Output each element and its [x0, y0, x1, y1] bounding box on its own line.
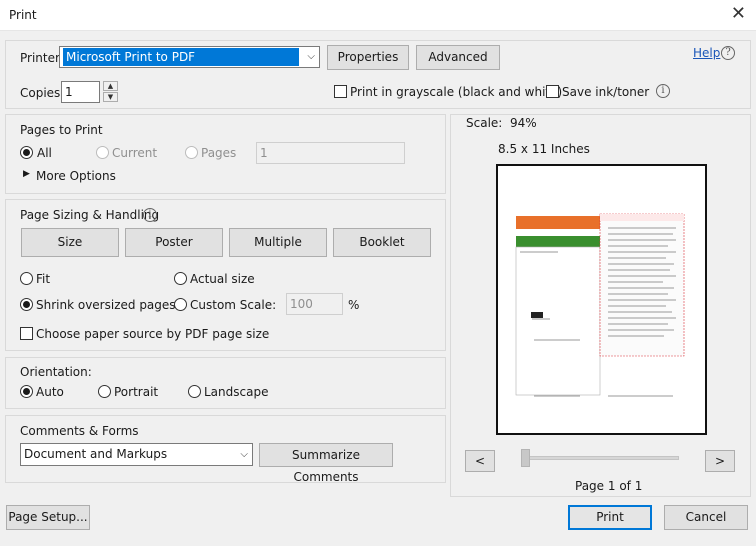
- paper-source-label: Choose paper source by PDF page size: [36, 327, 270, 341]
- grayscale-label: Print in grayscale (black and white): [350, 85, 563, 99]
- orientation-auto-radio[interactable]: [20, 385, 33, 398]
- help-icon[interactable]: ?: [721, 46, 735, 60]
- save-ink-label: Save ink/toner: [562, 85, 650, 99]
- title-bar: Print ✕: [0, 0, 756, 31]
- help-link[interactable]: Help: [693, 46, 720, 60]
- copies-up-icon[interactable]: ▲: [103, 81, 118, 91]
- booklet-tab[interactable]: Booklet: [333, 228, 431, 257]
- preview-right-column: [599, 213, 685, 357]
- summarize-comments-button[interactable]: Summarize Comments: [259, 443, 393, 484]
- custom-scale-input[interactable]: 100: [286, 293, 343, 315]
- save-ink-checkbox[interactable]: [546, 85, 559, 98]
- copies-label: Copies:: [20, 86, 65, 100]
- size-tab[interactable]: Size: [21, 228, 119, 257]
- percent-label: %: [348, 298, 360, 312]
- sizing-info-icon[interactable]: i: [143, 208, 157, 222]
- poster-tab[interactable]: Poster: [125, 228, 223, 257]
- chevron-down-icon: ⌵: [307, 51, 315, 62]
- orientation-portrait-radio[interactable]: [98, 385, 111, 398]
- preview-right-header: [600, 214, 684, 221]
- custom-scale-radio[interactable]: [174, 298, 187, 311]
- print-button[interactable]: Print: [568, 505, 652, 530]
- page-slider-track[interactable]: [521, 456, 679, 460]
- custom-scale-label: Custom Scale:: [190, 298, 277, 312]
- comments-forms-value: Document and Markups: [24, 447, 168, 461]
- page-preview: [496, 164, 707, 435]
- previous-page-button[interactable]: <: [465, 450, 495, 472]
- advanced-button[interactable]: Advanced: [416, 45, 500, 70]
- fit-radio[interactable]: [20, 272, 33, 285]
- orientation-landscape-radio[interactable]: [188, 385, 201, 398]
- cancel-button[interactable]: Cancel: [664, 505, 748, 530]
- properties-button[interactable]: Properties: [327, 45, 409, 70]
- orientation-portrait-label: Portrait: [114, 385, 159, 399]
- more-options-toggle[interactable]: More Options: [36, 169, 116, 183]
- page-setup-button[interactable]: Page Setup...: [6, 505, 90, 530]
- expand-triangle-icon[interactable]: ▶: [23, 169, 30, 179]
- pages-range-label: Pages: [201, 146, 237, 160]
- page-indicator: Page 1 of 1: [575, 479, 643, 493]
- scale-readout: Scale: 94%: [466, 116, 537, 130]
- current-page-radio[interactable]: [96, 146, 109, 159]
- info-icon[interactable]: i: [656, 84, 670, 98]
- shrink-oversized-radio[interactable]: [20, 298, 33, 311]
- page-preview-thumbnail: [515, 213, 685, 397]
- printer-selected-value: Microsoft Print to PDF: [63, 48, 299, 66]
- chevron-down-icon: ⌵: [240, 449, 248, 460]
- pages-range-radio[interactable]: [185, 146, 198, 159]
- fit-label: Fit: [36, 272, 51, 286]
- orientation-heading: Orientation:: [20, 365, 92, 379]
- next-page-button[interactable]: >: [705, 450, 735, 472]
- comments-forms-select[interactable]: Document and Markups ⌵: [20, 443, 253, 466]
- actual-size-label: Actual size: [190, 272, 255, 286]
- paper-source-checkbox[interactable]: [20, 327, 33, 340]
- close-icon[interactable]: ✕: [731, 4, 746, 24]
- pages-range-input[interactable]: 1: [256, 142, 405, 164]
- current-page-label: Current: [112, 146, 158, 160]
- preview-orange-header: [516, 216, 600, 229]
- window-title: Print: [9, 8, 37, 22]
- paper-size-label: 8.5 x 11 Inches: [498, 142, 590, 156]
- preview-logo-mark: [531, 312, 543, 318]
- page-sizing-heading: Page Sizing & Handling: [20, 208, 160, 222]
- grayscale-checkbox[interactable]: [334, 85, 347, 98]
- page-slider-thumb[interactable]: [521, 449, 530, 467]
- comments-forms-heading: Comments & Forms: [20, 424, 139, 438]
- preview-green-header: [516, 236, 600, 247]
- all-pages-label: All: [37, 146, 52, 160]
- printer-select[interactable]: Microsoft Print to PDF ⌵: [59, 46, 320, 68]
- orientation-auto-label: Auto: [36, 385, 64, 399]
- multiple-tab[interactable]: Multiple: [229, 228, 327, 257]
- preview-left-column: [515, 246, 601, 396]
- all-pages-radio[interactable]: [20, 146, 33, 159]
- actual-size-radio[interactable]: [174, 272, 187, 285]
- printer-label: Printer:: [20, 51, 64, 65]
- copies-down-icon[interactable]: ▼: [103, 92, 118, 102]
- copies-input[interactable]: 1: [61, 81, 100, 103]
- pages-to-print-heading: Pages to Print: [20, 123, 103, 137]
- orientation-landscape-label: Landscape: [204, 385, 269, 399]
- shrink-oversized-label: Shrink oversized pages: [36, 298, 176, 312]
